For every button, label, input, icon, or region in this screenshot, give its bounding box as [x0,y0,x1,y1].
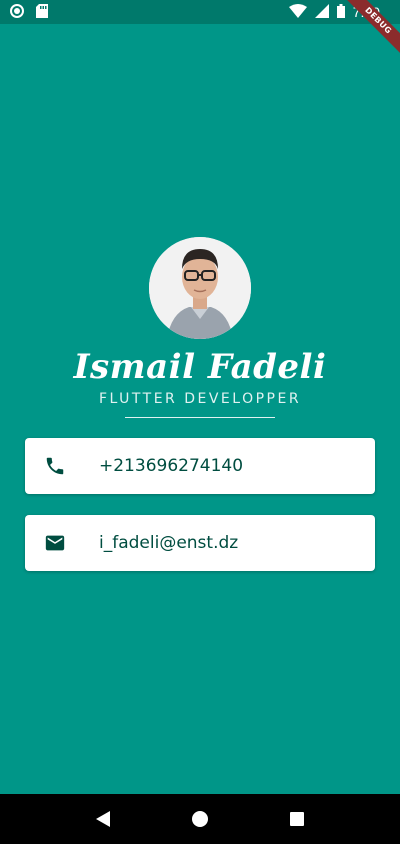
status-bar: 7:59 [0,0,400,24]
divider [125,417,275,418]
back-triangle-icon[interactable] [91,807,115,831]
email-address: i_fadeli@enst.dz [99,533,239,553]
recents-square-icon[interactable] [285,807,309,831]
profile-card: Ismail Fadeli FLUTTER DEVELOPPER +213696… [0,24,400,794]
wifi-icon [288,3,307,22]
navigation-bar [0,794,400,844]
record-icon [10,3,24,22]
signal-icon [314,3,329,22]
profile-title: FLUTTER DEVELOPPER [98,391,302,407]
status-time: 7:59 [352,4,380,20]
mail-icon [43,531,67,555]
profile-name: Ismail Fadeli [73,347,327,387]
home-circle-icon[interactable] [188,807,212,831]
phone-card[interactable]: +213696274140 [25,438,375,494]
avatar [149,237,251,339]
person-photo-icon [149,237,251,339]
email-card[interactable]: i_fadeli@enst.dz [25,515,375,571]
phone-number: +213696274140 [99,456,244,476]
battery-icon [336,3,345,22]
status-left-icons [10,3,48,22]
status-right-icons: 7:59 [288,3,380,22]
sd-card-icon [36,3,48,22]
phone-icon [43,454,67,478]
